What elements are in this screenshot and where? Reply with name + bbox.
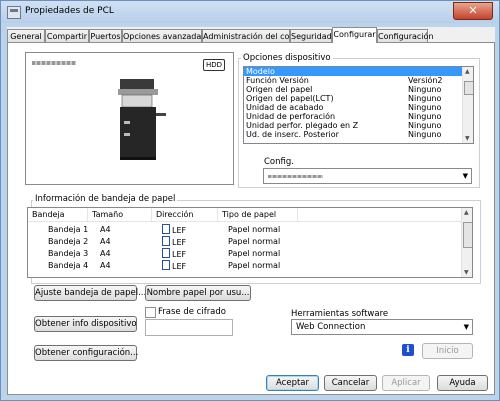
column-header[interactable]: Dirección [152, 208, 218, 221]
device-preview: HDD [25, 52, 234, 185]
device-options-list[interactable]: Modelo Función Versión Versión2 Origen de… [243, 66, 474, 144]
device-options-scrollbar[interactable]: ▲ ▼ [462, 67, 473, 143]
scroll-down-icon[interactable]: ▼ [465, 135, 470, 142]
table-row[interactable]: Bandeja 2 A4 LEF Papel normal [28, 236, 472, 248]
tray-table-scrollbar[interactable]: ▲ ▼ [461, 208, 472, 277]
tab-strip: General Compartir Puertos Opciones avanz… [7, 27, 495, 43]
tab-puertos[interactable]: Puertos [89, 29, 122, 42]
device-option-row[interactable]: Función Versión Versión2 [244, 76, 473, 85]
column-header[interactable]: Tamaño [88, 208, 152, 221]
title-bar[interactable]: Propiedades de PCL ✕ [1, 1, 499, 23]
copier-image [118, 79, 166, 160]
device-option-row[interactable]: Origen del papel(LCT) Ninguno [244, 94, 473, 103]
document-icon [162, 260, 170, 270]
user-paper-name-button[interactable]: Nombre papel por usu... [145, 285, 251, 301]
tab-configuracion[interactable]: Configuración [377, 29, 434, 42]
software-tools-label: Herramientas software [291, 309, 389, 319]
device-option-row[interactable]: Unidad perfor. plegado en Z Ninguno [244, 121, 473, 130]
device-options-label: Opciones dispositivo [241, 53, 333, 63]
chevron-down-icon: ▼ [462, 172, 468, 180]
device-option-row[interactable]: Unidad de acabado Ninguno [244, 103, 473, 112]
properties-window: Propiedades de PCL ✕ General Compartir P… [0, 0, 500, 401]
column-header[interactable]: Tipo de papel [218, 208, 298, 221]
scroll-thumb[interactable] [464, 81, 473, 95]
encryption-label: Frase de cifrado [158, 307, 226, 317]
printer-icon [7, 6, 21, 19]
device-option-row[interactable]: Modelo [244, 67, 473, 76]
tab-opciones-avanzadas[interactable]: Opciones avanzadas [122, 29, 205, 42]
tab-seguridad[interactable]: Seguridad [290, 29, 332, 42]
device-option-row[interactable]: Unidad de perforación Ninguno [244, 112, 473, 121]
scroll-up-icon[interactable]: ▲ [464, 209, 469, 216]
table-row[interactable]: Bandeja 3 A4 LEF Papel normal [28, 248, 472, 260]
software-tools-value: Web Connection [296, 322, 366, 332]
tray-table[interactable]: Bandeja Tamaño Dirección Tipo de papel B… [27, 207, 473, 278]
chevron-down-icon: ▼ [463, 323, 469, 331]
ok-button[interactable]: Aceptar [266, 375, 319, 391]
cancel-button[interactable]: Cancelar [324, 375, 377, 391]
software-tools-dropdown[interactable]: Web Connection ▼ [291, 319, 473, 335]
document-icon [162, 224, 170, 234]
scroll-up-icon[interactable]: ▲ [465, 68, 470, 75]
device-option-row[interactable]: Ud. de inserc. Posterior Ninguno [244, 130, 473, 139]
tab-compartir[interactable]: Compartir [45, 29, 89, 42]
encryption-checkbox[interactable] [145, 307, 156, 318]
model-name-redacted [32, 61, 76, 65]
encryption-input[interactable] [145, 319, 233, 336]
document-icon [162, 236, 170, 246]
adjust-tray-button[interactable]: Ajuste bandeja de papel... [34, 285, 146, 301]
help-button[interactable]: Ayuda [437, 375, 488, 391]
column-header[interactable]: Bandeja [28, 208, 88, 221]
table-row[interactable]: Bandeja 4 A4 LEF Papel normal [28, 260, 472, 272]
window-title: Propiedades de PCL [25, 6, 114, 16]
hdd-badge: HDD [202, 59, 225, 71]
start-button[interactable]: Inicio [422, 343, 473, 359]
device-option-row[interactable]: Origen del papel Ninguno [244, 85, 473, 94]
get-device-info-button[interactable]: Obtener info dispositivo [34, 316, 137, 332]
tray-info-label: Información de bandeja de papel [33, 194, 178, 204]
apply-button[interactable]: Aplicar [382, 375, 430, 391]
scroll-thumb[interactable] [463, 222, 472, 248]
document-icon [162, 248, 170, 258]
config-value-redacted [268, 175, 323, 178]
close-button[interactable]: ✕ [453, 2, 493, 20]
tab-administracion-color[interactable]: Administración del color [202, 29, 300, 42]
config-label: Config. [264, 157, 294, 167]
info-icon[interactable]: i [402, 344, 414, 356]
tab-configurar[interactable]: Configurar [332, 27, 377, 43]
get-configuration-button[interactable]: Obtener configuración... [34, 345, 138, 361]
scroll-down-icon[interactable]: ▼ [464, 269, 469, 276]
table-row[interactable]: Bandeja 1 A4 LEF Papel normal [28, 224, 472, 236]
tab-general[interactable]: General [7, 29, 45, 42]
config-dropdown[interactable]: ▼ [263, 168, 472, 184]
